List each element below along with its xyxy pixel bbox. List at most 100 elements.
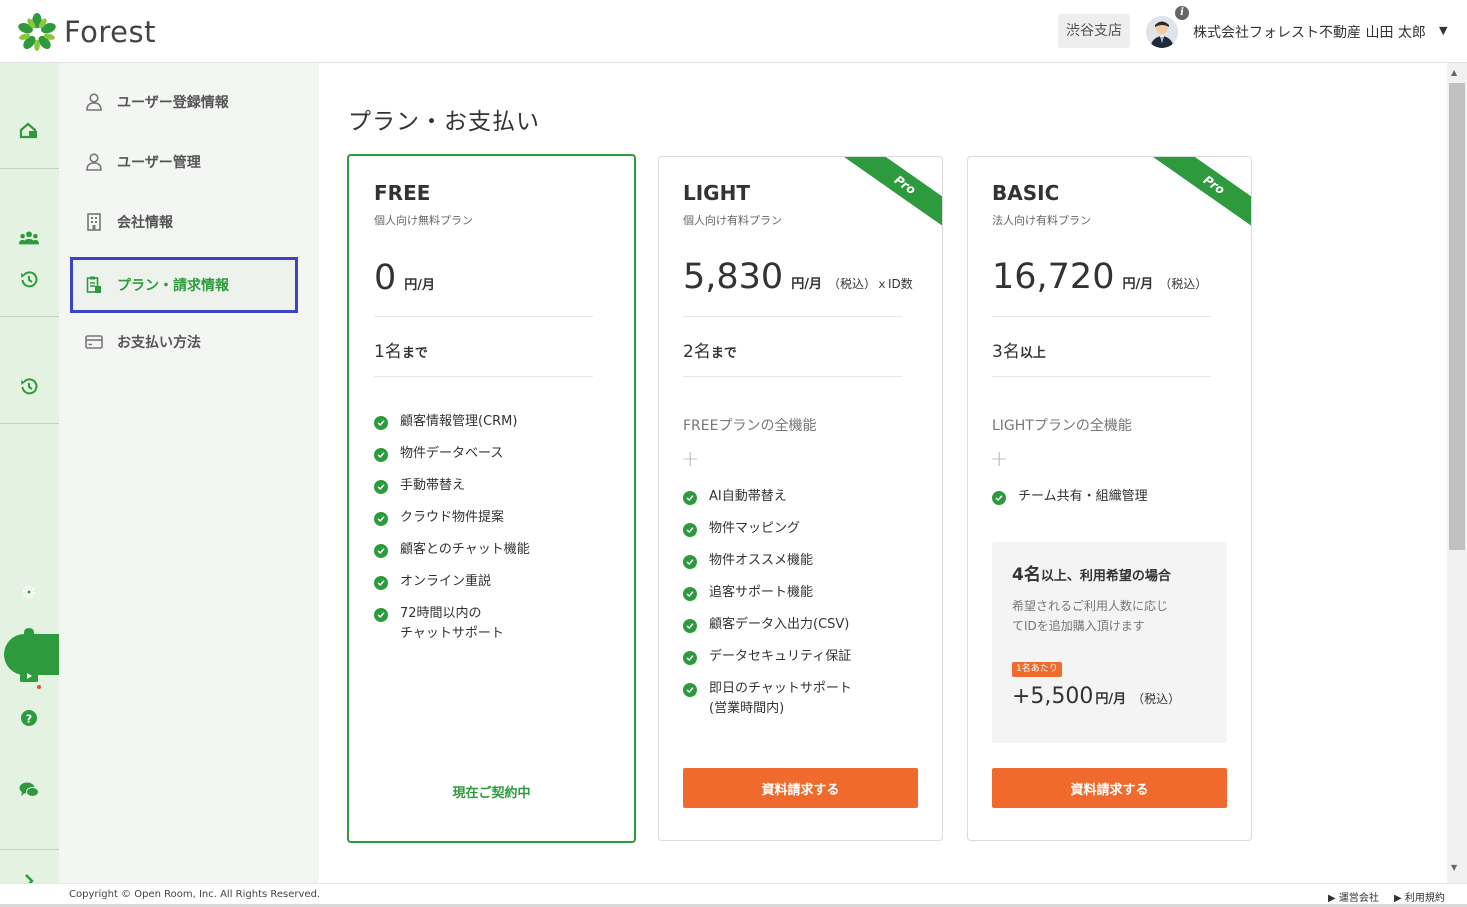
menu-item-label: ユーザー管理 — [117, 155, 201, 171]
rail-divider — [0, 849, 59, 850]
app-header: Forest 渋谷支店 i 株式会社フォレスト不動産 山田 太郎 ▼ — [0, 0, 1467, 63]
additional-seats-description: 希望されるご利用人数に応じ てIDを追加購入頂けます — [1012, 599, 1169, 633]
branch-selector[interactable]: 渋谷支店 — [1058, 14, 1130, 48]
feature-item: データセキュリティ保証 — [683, 649, 852, 681]
feature-item: 物件オススメ機能 — [683, 553, 852, 585]
menu-item-label: お支払い方法 — [117, 335, 201, 351]
check-icon — [683, 683, 697, 697]
avatar[interactable] — [1146, 16, 1178, 48]
video-icon[interactable] — [19, 666, 39, 686]
menu-item-label: ユーザー登録情報 — [117, 95, 229, 111]
footer-link-company[interactable]: ▶ 運営会社 — [1328, 889, 1379, 904]
user-menu-caret-icon[interactable]: ▼ — [1439, 24, 1447, 37]
help-icon[interactable]: ? — [19, 708, 39, 728]
feature-item: 顧客情報管理(CRM) — [374, 414, 530, 446]
menu-item-plan-billing[interactable]: プラン・請求情報 — [70, 257, 298, 313]
rail-divider — [0, 423, 59, 424]
price-unit: 円/月 — [404, 278, 436, 293]
plan-price: 16,720 円/月 （税込） — [992, 257, 1207, 297]
feature-item: 72時間以内の チャットサポート — [374, 606, 530, 658]
seat-limit: 2名まで — [683, 337, 737, 362]
scroll-down-icon[interactable]: ▼ — [1451, 863, 1457, 872]
request-docs-button[interactable]: 資料請求する — [992, 768, 1227, 808]
seat-suffix: 以上 — [1019, 346, 1046, 361]
building-icon — [85, 212, 103, 232]
feature-item: オンライン重説 — [374, 574, 530, 606]
check-icon — [992, 491, 1006, 505]
additional-seats-title: 4名以上、利用希望の場合 — [1012, 565, 1171, 585]
seat-limit: 3名以上 — [992, 337, 1046, 362]
vertical-scrollbar[interactable]: ▲ ▼ — [1447, 63, 1467, 883]
home-icon[interactable] — [19, 120, 39, 140]
divider — [683, 316, 902, 317]
divider — [374, 316, 593, 317]
svg-text:?: ? — [26, 713, 32, 726]
price-tax-note: （税込）ｘID数 — [827, 277, 913, 291]
plan-name: FREE — [374, 181, 431, 205]
pro-ribbon-label: Pro — [842, 157, 942, 238]
scroll-up-icon[interactable]: ▲ — [1451, 68, 1457, 77]
feature-list: AI自動帯替え 物件マッピング 物件オススメ機能 追客サポート機能 顧客データ入… — [683, 489, 852, 733]
user-icon — [85, 92, 103, 112]
price-amount: 0 — [374, 258, 397, 298]
chat-icon[interactable] — [19, 780, 39, 800]
menu-item-payment-method[interactable]: お支払い方法 — [71, 315, 297, 369]
seat-count: 1名 — [374, 342, 402, 362]
request-docs-button[interactable]: 資料請求する — [683, 768, 918, 808]
feature-item: チーム共有・組織管理 — [992, 489, 1148, 521]
seat-suffix: まで — [710, 346, 737, 361]
per-person-badge: 1名あたり — [1012, 662, 1062, 677]
feature-item: 即日のチャットサポート (営業時間内) — [683, 681, 852, 733]
bell-icon[interactable] — [19, 624, 39, 644]
rail-divider — [0, 316, 59, 317]
plan-subtitle: 個人向け有料プラン — [683, 214, 782, 227]
footer-link-terms[interactable]: ▶ 利用規約 — [1394, 889, 1445, 904]
user-name[interactable]: 株式会社フォレスト不動産 山田 太郎 — [1193, 22, 1426, 42]
price-tax-note: （税込） — [1159, 277, 1208, 291]
rail-divider — [0, 168, 59, 169]
history-icon[interactable] — [19, 377, 39, 397]
check-icon — [374, 544, 388, 558]
check-icon — [374, 448, 388, 462]
group-icon[interactable] — [19, 228, 39, 248]
plan-card-light: Pro LIGHT 個人向け有料プラン 5,830 円/月 （税込）ｘID数 2… — [658, 156, 943, 841]
divider — [683, 376, 902, 377]
check-icon — [683, 491, 697, 505]
forest-logo[interactable]: Forest — [18, 13, 156, 51]
menu-item-user-management[interactable]: ユーザー管理 — [71, 135, 297, 189]
plan-document-icon — [85, 275, 103, 295]
price-unit: 円/月 — [791, 277, 822, 292]
copyright: Copyright © Open Room, Inc. All Rights R… — [69, 889, 321, 900]
plus-icon: + — [990, 447, 1009, 472]
info-icon[interactable]: i — [1175, 6, 1189, 20]
check-icon — [374, 416, 388, 430]
feature-item: AI自動帯替え — [683, 489, 852, 521]
pro-ribbon: Pro — [1151, 157, 1251, 257]
check-icon — [374, 512, 388, 526]
price-amount: 16,720 — [992, 257, 1115, 297]
logo-text: Forest — [64, 15, 156, 49]
feature-intro: FREEプランの全機能 — [683, 418, 817, 434]
divider — [374, 376, 593, 377]
feature-item: 物件マッピング — [683, 521, 852, 553]
menu-item-company-info[interactable]: 会社情報 — [71, 195, 297, 249]
gear-icon[interactable] — [19, 582, 39, 602]
seat-count: 3名 — [992, 342, 1020, 362]
plus-icon: + — [681, 447, 700, 472]
icon-rail: ? — [0, 63, 59, 888]
plan-name: LIGHT — [683, 181, 750, 205]
feature-item: 手動帯替え — [374, 478, 530, 510]
check-icon — [683, 523, 697, 537]
menu-item-label: 会社情報 — [117, 215, 173, 231]
history-icon[interactable] — [19, 270, 39, 290]
seat-suffix: まで — [401, 346, 428, 361]
menu-item-user-registration[interactable]: ユーザー登録情報 — [71, 75, 297, 129]
plan-subtitle: 個人向け無料プラン — [374, 214, 473, 227]
plan-price: 5,830 円/月 （税込）ｘID数 — [683, 257, 913, 297]
current-plan-label: 現在ご契約中 — [452, 786, 531, 801]
price-unit: 円/月 — [1122, 277, 1154, 292]
feature-list: チーム共有・組織管理 — [992, 489, 1148, 521]
seat-limit: 1名まで — [374, 337, 428, 362]
feature-item: 顧客とのチャット機能 — [374, 542, 530, 574]
scrollbar-thumb[interactable] — [1449, 83, 1465, 550]
